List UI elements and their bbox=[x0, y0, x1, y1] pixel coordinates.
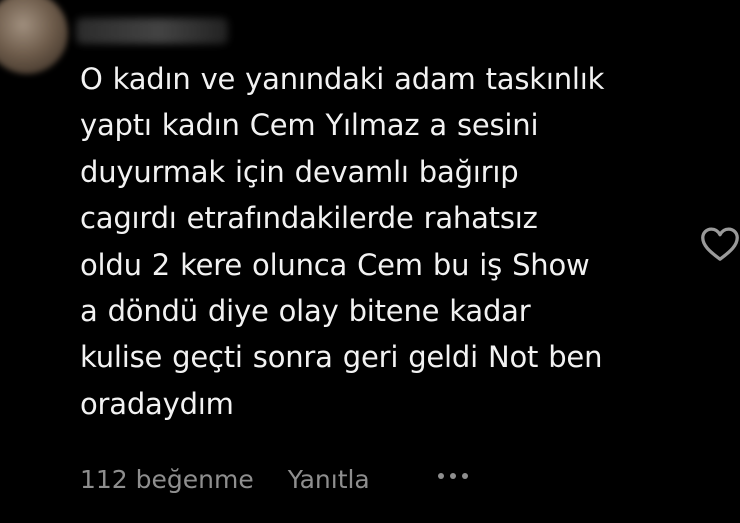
reply-button[interactable]: Yanıtla bbox=[288, 465, 370, 494]
comment-text: O kadın ve yanındaki adam taskınlık yapt… bbox=[80, 56, 700, 427]
username-blurred[interactable] bbox=[76, 18, 228, 44]
comment-line: cagırdı etrafındakilerde rahatsız bbox=[80, 201, 538, 236]
comment-line: kulise geçti sonra geri geldi Not ben bbox=[80, 340, 603, 375]
comment-footer: 112 beğenme Yanıtla bbox=[80, 462, 468, 496]
dot bbox=[461, 473, 468, 479]
comment-line: duyurmak için devamlı bağırıp bbox=[80, 154, 519, 189]
comment-line: yaptı kadın Cem Yılmaz a sesini bbox=[80, 108, 539, 143]
comment-line: oradaydım bbox=[80, 386, 234, 421]
more-options-icon[interactable] bbox=[437, 473, 468, 479]
comment-line: a döndü diye olay bitene kadar bbox=[80, 294, 531, 329]
avatar[interactable] bbox=[0, 0, 68, 74]
comment-line: O kadın ve yanındaki adam taskınlık bbox=[80, 62, 605, 96]
dot bbox=[449, 473, 456, 479]
dot bbox=[437, 473, 444, 479]
likes-count[interactable]: 112 beğenme bbox=[80, 465, 254, 494]
comment-line: oldu 2 kere olunca Cem bu iş Show bbox=[80, 247, 590, 282]
heart-icon[interactable] bbox=[698, 222, 740, 266]
